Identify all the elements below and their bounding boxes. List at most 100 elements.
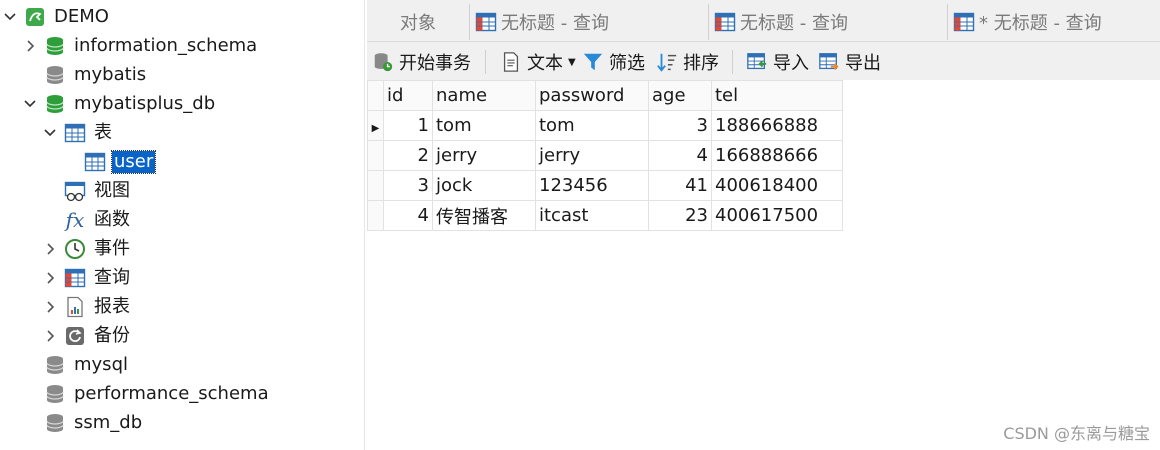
tree-item-reports[interactable]: 报表 (0, 292, 365, 321)
tree-item-database[interactable]: mybatisplus_db (0, 89, 365, 118)
table-row[interactable]: 4 传智播客 itcast 23 400617500 (367, 200, 843, 231)
table-cell[interactable]: 41 (648, 170, 712, 201)
tree-item-queries[interactable]: 查询 (0, 263, 365, 292)
chevron-right-icon[interactable] (42, 241, 58, 257)
database-label: performance_schema (74, 382, 269, 404)
transaction-icon (371, 50, 395, 74)
table-row[interactable]: 3 jock 123456 41 400618400 (367, 170, 843, 201)
table-cell[interactable]: 166888666 (711, 140, 843, 171)
database-icon (44, 93, 66, 115)
chevron-down-icon[interactable] (42, 125, 58, 141)
backups-label: 备份 (94, 324, 130, 346)
tree-item-database[interactable]: information_schema (0, 31, 365, 60)
tab-label: * 无标题 - 查询 (979, 13, 1102, 34)
table-cell[interactable]: 1 (383, 110, 433, 141)
query-icon (475, 11, 497, 33)
tab-label: 无标题 - 查询 (740, 13, 848, 34)
table-icon (84, 151, 106, 173)
tree-item-database[interactable]: mysql (0, 350, 365, 379)
chevron-down-icon[interactable] (22, 96, 38, 112)
table-cell[interactable]: 3 (383, 170, 433, 201)
chevron-right-icon[interactable] (42, 270, 58, 286)
filter-icon (581, 50, 605, 74)
function-icon: fx (65, 207, 85, 232)
connection-icon (24, 6, 46, 28)
tree-item-database[interactable]: performance_schema (0, 379, 365, 408)
tables-label: 表 (94, 121, 112, 143)
events-label: 事件 (94, 237, 130, 259)
tree-item-tables[interactable]: 表 (0, 118, 365, 147)
table-cell[interactable]: 400618400 (711, 170, 843, 201)
database-icon (44, 383, 66, 405)
table-cell[interactable]: 123456 (535, 170, 649, 201)
queries-label: 查询 (94, 266, 130, 288)
chevron-right-icon[interactable] (22, 38, 38, 54)
table-cell[interactable]: 188666888 (711, 110, 843, 141)
database-icon (44, 35, 66, 57)
column-header[interactable]: id (383, 80, 433, 111)
toolbar-divider (485, 50, 486, 74)
tree-item-table-user[interactable]: user (0, 147, 365, 176)
column-header[interactable]: tel (711, 80, 843, 111)
reports-label: 报表 (94, 295, 130, 317)
tree-item-backups[interactable]: 备份 (0, 321, 365, 350)
filter-label: 筛选 (609, 53, 645, 74)
tab-query[interactable]: 无标题 - 查询 (471, 4, 709, 40)
table-cell[interactable]: 23 (648, 200, 712, 231)
row-marker (367, 140, 384, 171)
table-cell[interactable]: 3 (648, 110, 712, 141)
sort-icon (655, 50, 679, 74)
text-view-button[interactable]: 文本 ▼ (499, 48, 576, 76)
table-label-selected[interactable]: user (110, 149, 157, 174)
table-cell[interactable]: 传智播客 (432, 200, 536, 231)
export-icon (817, 50, 841, 74)
backup-icon (64, 325, 86, 347)
database-label: mybatisplus_db (74, 92, 216, 114)
views-label: 视图 (94, 179, 130, 201)
export-button[interactable]: 导出 (817, 48, 881, 76)
tab-query[interactable]: 无标题 - 查询 (710, 4, 948, 40)
table-row[interactable]: ▶ 1 tom tom 3 188666888 (367, 110, 843, 141)
column-header[interactable]: age (648, 80, 712, 111)
column-header[interactable]: password (535, 80, 649, 111)
table-icon (64, 122, 86, 144)
tree-item-functions[interactable]: fx 函数 (0, 205, 365, 234)
tab-bar: 对象 无标题 - 查询 无标题 - 查询 * 无标题 - 查询 (367, 0, 1160, 42)
begin-transaction-button[interactable]: 开始事务 (371, 48, 471, 76)
database-icon (44, 412, 66, 434)
chevron-down-icon[interactable] (2, 9, 18, 25)
chevron-right-icon[interactable] (42, 299, 58, 315)
filter-button[interactable]: 筛选 (581, 48, 645, 76)
table-cell[interactable]: jerry (432, 140, 536, 171)
chevron-right-icon[interactable] (42, 328, 58, 344)
table-cell[interactable]: itcast (535, 200, 649, 231)
database-label: information_schema (74, 34, 258, 56)
table-cell[interactable]: 4 (383, 200, 433, 231)
tab-label: 对象 (400, 13, 436, 34)
report-icon (64, 296, 86, 318)
tree-item-database[interactable]: mybatis (0, 60, 365, 89)
tree-item-views[interactable]: 视图 (0, 176, 365, 205)
query-icon (714, 11, 736, 33)
table-cell[interactable]: jock (432, 170, 536, 201)
table-cell[interactable]: 2 (383, 140, 433, 171)
document-icon (499, 50, 523, 74)
column-header[interactable]: name (432, 80, 536, 111)
table-row[interactable]: 2 jerry jerry 4 166888666 (367, 140, 843, 171)
tree-item-connection[interactable]: DEMO (0, 2, 365, 31)
dropdown-arrow-icon[interactable]: ▼ (568, 57, 576, 68)
table-cell[interactable]: tom (432, 110, 536, 141)
table-cell[interactable]: tom (535, 110, 649, 141)
table-cell[interactable]: jerry (535, 140, 649, 171)
tree-item-events[interactable]: 事件 (0, 234, 365, 263)
tab-query-unsaved[interactable]: * 无标题 - 查询 (949, 4, 1160, 40)
sort-label: 排序 (683, 53, 719, 74)
table-cell[interactable]: 400617500 (711, 200, 843, 231)
text-view-label: 文本 (527, 53, 563, 74)
import-button[interactable]: 导入 (745, 48, 809, 76)
table-cell[interactable]: 4 (648, 140, 712, 171)
tree-item-database[interactable]: ssm_db (0, 408, 365, 437)
sort-button[interactable]: 排序 (655, 48, 719, 76)
tab-objects[interactable]: 对象 (367, 4, 470, 40)
database-icon (44, 64, 66, 86)
